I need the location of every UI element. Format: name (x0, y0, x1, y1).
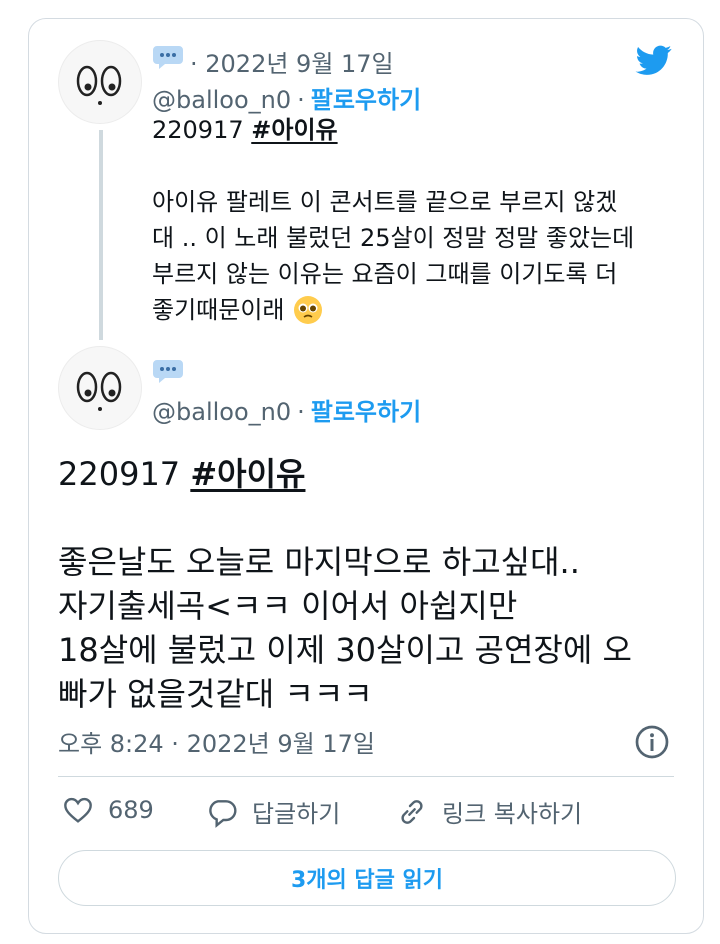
info-icon[interactable] (634, 724, 670, 760)
divider (58, 776, 674, 777)
text-line: 빠가 없을것같대 ㅋㅋㅋ (58, 675, 373, 713)
text-line: 대 .. 이 노래 불렀던 25살이 정말 정말 좋았는데 (152, 224, 635, 252)
main-tweet-body: 좋은날도 오늘로 마지막으로 하고싶대.. 자기출세곡<ㅋㅋ 이어서 아쉽지만 … (58, 540, 632, 716)
twitter-bird-icon[interactable] (632, 42, 676, 78)
heart-icon (64, 797, 92, 823)
avatar-drawing-icon (76, 65, 122, 105)
copy-link-button[interactable]: 링크 복사하기 (396, 794, 582, 829)
date-tag: 220917 (58, 455, 191, 493)
separator: · (297, 398, 305, 426)
text-line: 아이유 팔레트 이 콘서트를 끝으로 부르지 않겠 (152, 188, 618, 216)
follow-button[interactable]: 팔로우하기 (311, 80, 421, 115)
tweet-date[interactable]: · 2022년 9월 17일 (190, 44, 394, 79)
link-icon (401, 799, 423, 824)
reply-tweet-text: 220917 #아이유 아이유 팔레트 이 콘서트를 끝으로 부르지 않겠 대 … (152, 112, 634, 328)
speech-bubble-dots-icon (153, 360, 183, 383)
text-line: 부르지 않는 이유는 요즘이 그때를 이기도록 더 (152, 260, 618, 288)
speech-bubble-dots-icon (153, 46, 183, 69)
reply-button[interactable]: 답글하기 (206, 794, 340, 829)
separator: · (297, 86, 305, 114)
text-line: 좋기때문이래 (152, 296, 285, 324)
read-replies-button[interactable]: 3개의 답글 읽기 (58, 850, 676, 906)
main-tweet-first-line: 220917 #아이유 (58, 452, 305, 496)
like-button[interactable]: 689 (62, 794, 154, 826)
user-handle[interactable]: @balloo_n0 (152, 398, 291, 426)
handle-row: @balloo_n0 · 팔로우하기 (152, 80, 421, 115)
hashtag-link[interactable]: #아이유 (190, 455, 305, 493)
date-tag: 220917 (152, 116, 252, 144)
user-handle[interactable]: @balloo_n0 (152, 86, 291, 114)
copy-link-label: 링크 복사하기 (442, 800, 583, 828)
reply-label: 답글하기 (252, 800, 341, 828)
avatar[interactable] (58, 346, 142, 430)
like-count: 689 (108, 796, 154, 824)
tweet-timestamp[interactable]: 오후 8:24 · 2022년 9월 17일 (58, 724, 375, 759)
follow-button[interactable]: 팔로우하기 (311, 392, 421, 427)
text-line: 자기출세곡<ㅋㅋ 이어서 아쉽지만 (58, 587, 518, 625)
handle-row: @balloo_n0 · 팔로우하기 (152, 392, 421, 427)
pleading-face-emoji (294, 296, 323, 324)
hashtag-link[interactable]: #아이유 (251, 116, 337, 144)
thread-line (99, 130, 103, 340)
avatar-drawing-icon (76, 371, 122, 411)
text-line: 18살에 불렀고 이제 30살이고 공연장에 오 (58, 631, 632, 669)
text-line: 좋은날도 오늘로 마지막으로 하고싶대.. (58, 543, 580, 581)
avatar[interactable] (58, 40, 142, 124)
reply-icon (209, 799, 237, 828)
